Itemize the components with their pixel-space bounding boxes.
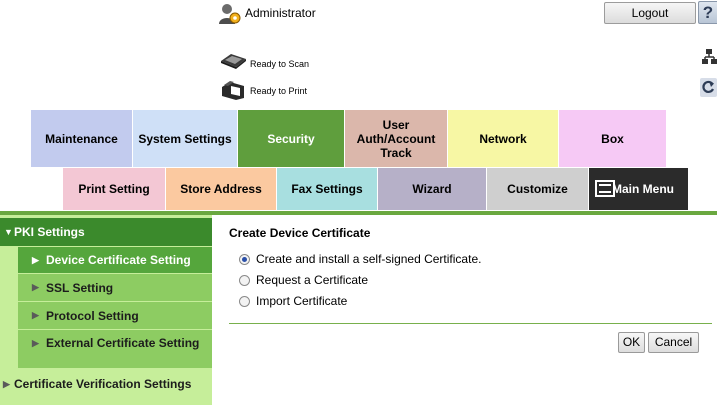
sidebar-item-label: Device Certificate Setting	[46, 253, 191, 267]
tab-system-settings[interactable]: System Settings	[133, 110, 237, 167]
option-request-certificate[interactable]: Request a Certificate	[239, 273, 368, 287]
tab-print-setting[interactable]: Print Setting	[63, 168, 165, 210]
radio-button[interactable]	[239, 274, 250, 286]
tab-label: Print Setting	[78, 182, 150, 196]
tab-store-address[interactable]: Store Address	[166, 168, 276, 210]
tab-fax-settings[interactable]: Fax Settings	[277, 168, 377, 210]
tab-label: Maintenance	[45, 131, 118, 146]
tab-wizard[interactable]: Wizard	[378, 168, 486, 210]
option-label: Create and install a self-signed Certifi…	[256, 252, 482, 266]
cancel-button[interactable]: Cancel	[648, 332, 699, 353]
sidebar-item-certificate-verification[interactable]: ▶ Certificate Verification Settings	[0, 372, 212, 405]
tab-label: User Auth/Account Track	[356, 117, 436, 160]
tab-user-auth[interactable]: User Auth/Account Track	[345, 110, 447, 167]
tab-label: Customize	[507, 182, 568, 196]
ok-button[interactable]: OK	[618, 332, 645, 353]
sidebar-item-label: SSL Setting	[46, 280, 114, 295]
page-title: Create Device Certificate	[229, 226, 371, 240]
tab-label: Store Address	[180, 182, 262, 196]
option-label: Request a Certificate	[256, 273, 369, 287]
sidebar-item-pki-settings[interactable]: ▼ PKI Settings	[0, 218, 212, 246]
option-self-signed[interactable]: Create and install a self-signed Certifi…	[239, 252, 481, 266]
scan-status: Ready to Scan	[250, 59, 310, 69]
arrow-icon: ▶	[3, 379, 10, 389]
arrow-icon: ▶	[32, 310, 39, 320]
tab-label: Fax Settings	[291, 182, 363, 196]
to-main-menu-button[interactable]: To Main Menu	[589, 168, 688, 210]
user-name: Administrator	[245, 6, 316, 20]
sidebar-item-external-certificate[interactable]: ▶ External Certificate Setting	[18, 330, 212, 368]
tab-box[interactable]: Box	[559, 110, 666, 167]
tab-label: Security	[267, 131, 315, 146]
tab-security[interactable]: Security	[238, 110, 344, 167]
content-divider	[229, 323, 712, 324]
tab-customize[interactable]: Customize	[487, 168, 588, 210]
arrow-icon: ▶	[32, 282, 39, 292]
print-status: Ready to Print	[250, 86, 308, 96]
tab-maintenance[interactable]: Maintenance	[31, 110, 132, 167]
radio-button-selected[interactable]	[239, 253, 250, 265]
option-label: Import Certificate	[256, 294, 348, 308]
sidebar-item-ssl-setting[interactable]: ▶ SSL Setting	[18, 274, 212, 301]
logout-button[interactable]: Logout	[604, 2, 696, 24]
sidebar-item-label: Certificate Verification Settings	[14, 377, 192, 391]
sidebar-item-protocol-setting[interactable]: ▶ Protocol Setting	[18, 302, 212, 329]
tab-label: Box	[601, 131, 624, 146]
refresh-icon[interactable]	[700, 78, 717, 97]
tab-network[interactable]: Network	[448, 110, 558, 167]
main-menu-icon	[595, 180, 615, 197]
help-button[interactable]: ?	[698, 1, 717, 24]
sidebar-item-label: Protocol Setting	[46, 308, 139, 323]
administrator-icon	[219, 4, 241, 24]
sidebar-item-label: PKI Settings	[14, 225, 85, 239]
option-import-certificate[interactable]: Import Certificate	[239, 294, 347, 308]
sidebar-item-device-certificate[interactable]: ▶ Device Certificate Setting	[18, 247, 212, 273]
printer-icon	[222, 81, 244, 100]
arrow-icon: ▶	[32, 338, 39, 348]
tab-label: Network	[479, 131, 527, 146]
expanded-arrow-icon: ▼	[4, 227, 13, 237]
network-icon[interactable]	[702, 49, 717, 64]
scanner-icon	[221, 54, 246, 69]
tab-label: System Settings	[138, 131, 232, 146]
arrow-icon: ▶	[32, 255, 39, 265]
radio-button[interactable]	[239, 295, 250, 307]
sidebar-item-label: External Certificate Setting	[46, 336, 200, 350]
tab-label: Wizard	[412, 182, 452, 196]
